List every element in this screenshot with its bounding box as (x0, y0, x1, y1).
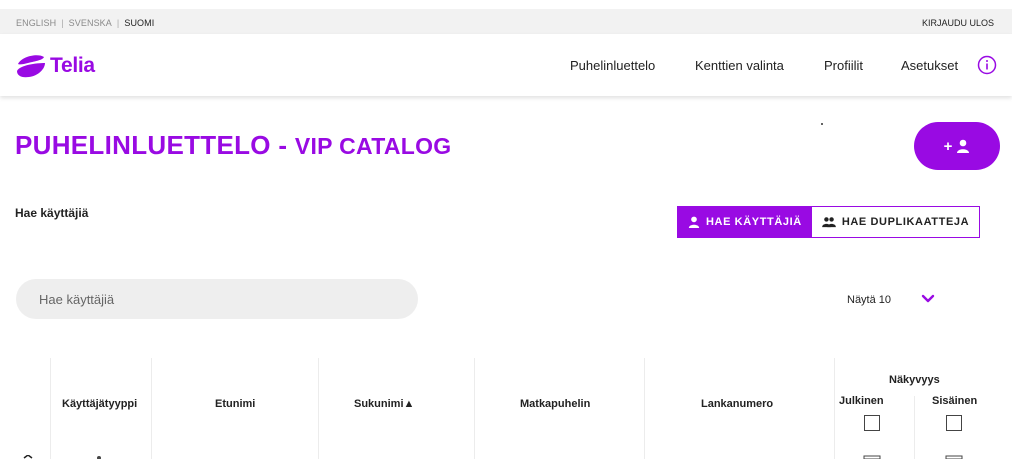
column-header-sukunimi[interactable]: Sukunimi▲ (354, 398, 414, 410)
telia-logo[interactable]: Telia (16, 52, 95, 80)
info-icon[interactable] (977, 55, 997, 75)
add-plus-label: + (943, 137, 953, 155)
main-navbar: Telia Puhelinluettelo Kenttien valinta P… (0, 34, 1012, 96)
column-divider (474, 358, 475, 459)
add-user-button[interactable]: + (914, 122, 1000, 170)
user-icon (957, 139, 970, 153)
column-divider (834, 358, 835, 459)
logo-text: Telia (50, 54, 95, 77)
tab-search-users-label: HAE KÄYTTÄJIÄ (706, 216, 802, 228)
column-divider (914, 396, 915, 459)
filter-internal-checkbox[interactable] (946, 415, 962, 431)
top-bar: ENGLISH | SVENSKA | SUOMI KIRJAUDU ULOS (0, 0, 1012, 34)
tab-search-duplicates[interactable]: HAE DUPLIKAATTEJA (811, 207, 980, 237)
nav-kenttien-valinta[interactable]: Kenttien valinta (695, 58, 784, 73)
language-english[interactable]: ENGLISH (16, 18, 56, 28)
column-header-matkapuhelin[interactable]: Matkapuhelin (520, 398, 590, 410)
column-divider (644, 358, 645, 459)
tab-search-users[interactable]: HAE KÄYTTÄJIÄ (678, 207, 812, 237)
language-svenska[interactable]: SVENSKA (69, 18, 112, 28)
nav-profiilit[interactable]: Profiilit (824, 58, 863, 73)
logout-link[interactable]: KIRJAUDU ULOS (922, 18, 994, 28)
users-table-header: Käyttäjätyyppi Etunimi Sukunimi▲ Matkapu… (16, 358, 1000, 459)
language-separator: | (116, 18, 120, 28)
column-divider (50, 358, 51, 459)
column-header-lankanumero[interactable]: Lankanumero (701, 398, 773, 410)
chevron-down-icon[interactable] (921, 293, 935, 305)
page-size-label: Näytä 10 (847, 294, 892, 306)
first-row-partial (23, 455, 963, 459)
users-group-icon (821, 217, 836, 228)
column-header-julkinen[interactable]: Julkinen (839, 395, 884, 407)
filter-public-checkbox[interactable] (864, 415, 880, 431)
column-header-sisainen[interactable]: Sisäinen (932, 395, 977, 407)
page-title: PUHELINLUETTELO - VIP CATALOG (15, 130, 452, 161)
language-suomi[interactable]: SUOMI (124, 18, 154, 28)
column-divider (318, 358, 319, 459)
nav-asetukset[interactable]: Asetukset (901, 58, 958, 73)
language-separator: | (61, 18, 64, 28)
tab-search-duplicates-label: HAE DUPLIKAATTEJA (841, 216, 970, 228)
user-icon (688, 216, 700, 228)
search-mode-toggle: HAE KÄYTTÄJIÄ HAE DUPLIKAATTEJA (677, 206, 981, 238)
page-title-main: PUHELINLUETTELO - (15, 130, 295, 160)
column-header-kayttajatyyppi[interactable]: Käyttäjätyyppi (62, 398, 137, 410)
language-switcher: ENGLISH | SVENSKA | SUOMI (16, 18, 154, 28)
telia-pebble-icon (17, 55, 45, 78)
column-divider (151, 358, 152, 459)
search-heading: Hae käyttäjiä (15, 206, 89, 220)
search-input[interactable] (16, 279, 418, 319)
visibility-group-header: Näkyvyys (889, 374, 940, 386)
decorative-dot (821, 123, 823, 125)
nav-puhelinluettelo[interactable]: Puhelinluettelo (570, 58, 655, 73)
column-header-etunimi[interactable]: Etunimi (215, 398, 255, 410)
page-title-catalog: VIP CATALOG (294, 133, 452, 159)
